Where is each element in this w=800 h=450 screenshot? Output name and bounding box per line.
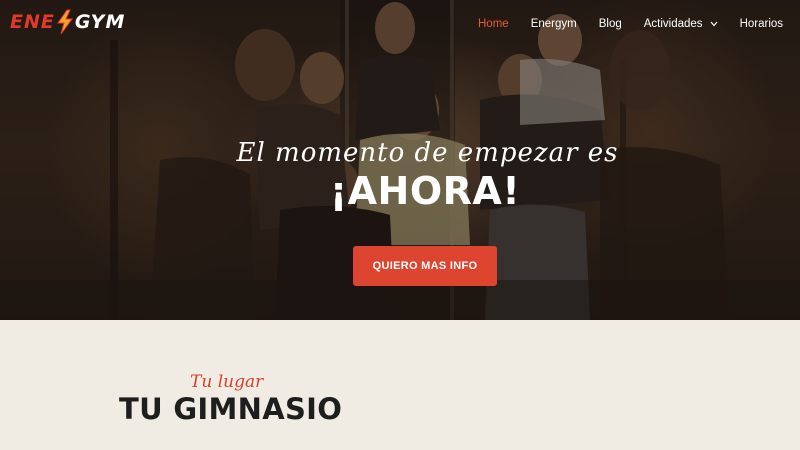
hero-tagline: El momento de empezar es (236, 138, 619, 168)
hero-headline: ¡AHORA! (329, 169, 521, 213)
nav-item-actividades-label: Actividades (643, 18, 703, 30)
chevron-down-icon (710, 21, 718, 27)
more-info-button[interactable]: QUIERO MAS INFO (353, 246, 497, 286)
logo-text: ENE (10, 11, 55, 33)
logo-text-2: GYM (74, 11, 126, 33)
site-logo[interactable]: ENE GYM (10, 9, 125, 35)
main-nav: Home Energym Blog Actividades Horarios C… (478, 0, 800, 48)
hero-section: ENE GYM Home Energym Blog Actividades Ho… (0, 0, 800, 320)
page: ENE GYM Home Energym Blog Actividades Ho… (0, 0, 800, 450)
nav-item-home[interactable]: Home (478, 18, 509, 30)
nav-item-blog[interactable]: Blog (599, 18, 622, 30)
lightning-bolt-icon (56, 9, 73, 35)
nav-item-horarios[interactable]: Horarios (740, 18, 783, 30)
site-header: ENE GYM Home Energym Blog Actividades Ho… (0, 0, 800, 48)
section-script-heading: Tu lugar (190, 372, 264, 392)
nav-item-energym[interactable]: Energym (531, 18, 577, 30)
gym-intro-section: Tu lugar TU GIMNASIO (0, 320, 800, 450)
section-title: TU GIMNASIO (119, 392, 343, 426)
nav-item-actividades[interactable]: Actividades (644, 18, 718, 30)
